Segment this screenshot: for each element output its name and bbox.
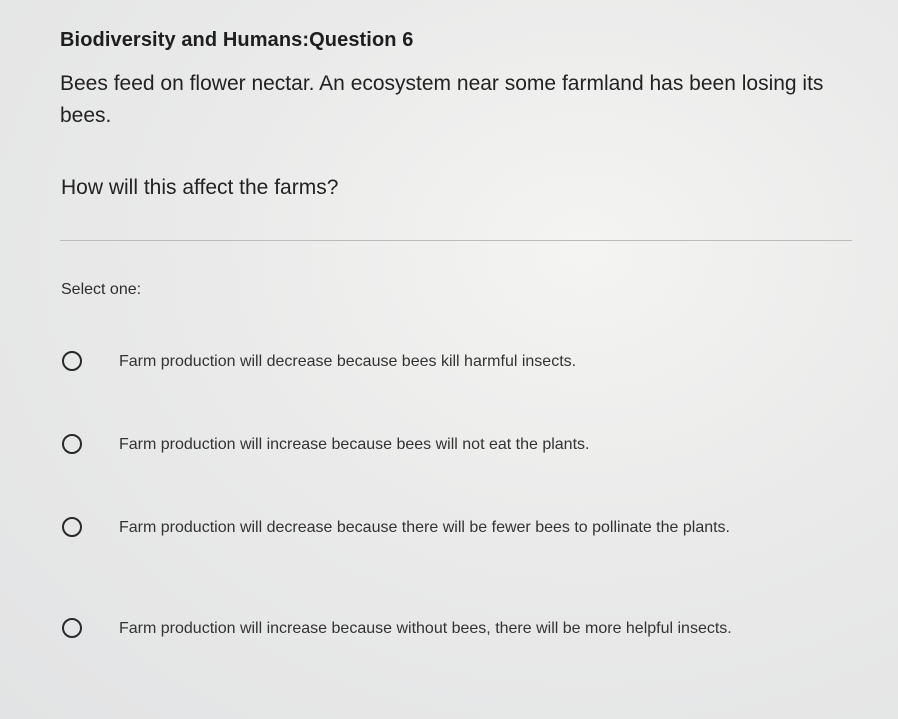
- radio-button[interactable]: [62, 351, 82, 371]
- radio-button[interactable]: [62, 517, 82, 537]
- divider: [60, 240, 852, 241]
- answer-option-label: Farm production will decrease because th…: [119, 519, 730, 536]
- answer-option-3[interactable]: Farm production will decrease because th…: [60, 515, 760, 571]
- question-text: Bees feed on flower nectar. An ecosystem…: [60, 72, 824, 127]
- answer-option-label: Farm production will increase because wi…: [119, 620, 732, 637]
- radio-button[interactable]: [62, 618, 82, 638]
- answer-option-2[interactable]: Farm production will increase because be…: [60, 432, 760, 462]
- answer-option-4[interactable]: Farm production will increase because wi…: [60, 616, 760, 672]
- answer-option-1[interactable]: Farm production will decrease because be…: [60, 349, 760, 379]
- answer-option-label: Farm production will increase because be…: [119, 436, 590, 453]
- select-one-label: Select one:: [61, 281, 142, 298]
- question-prompt: How will this affect the farms?: [61, 176, 339, 199]
- radio-button[interactable]: [62, 434, 82, 454]
- question-title: Biodiversity and Humans:Question 6: [60, 29, 414, 51]
- answer-option-label: Farm production will decrease because be…: [119, 353, 577, 370]
